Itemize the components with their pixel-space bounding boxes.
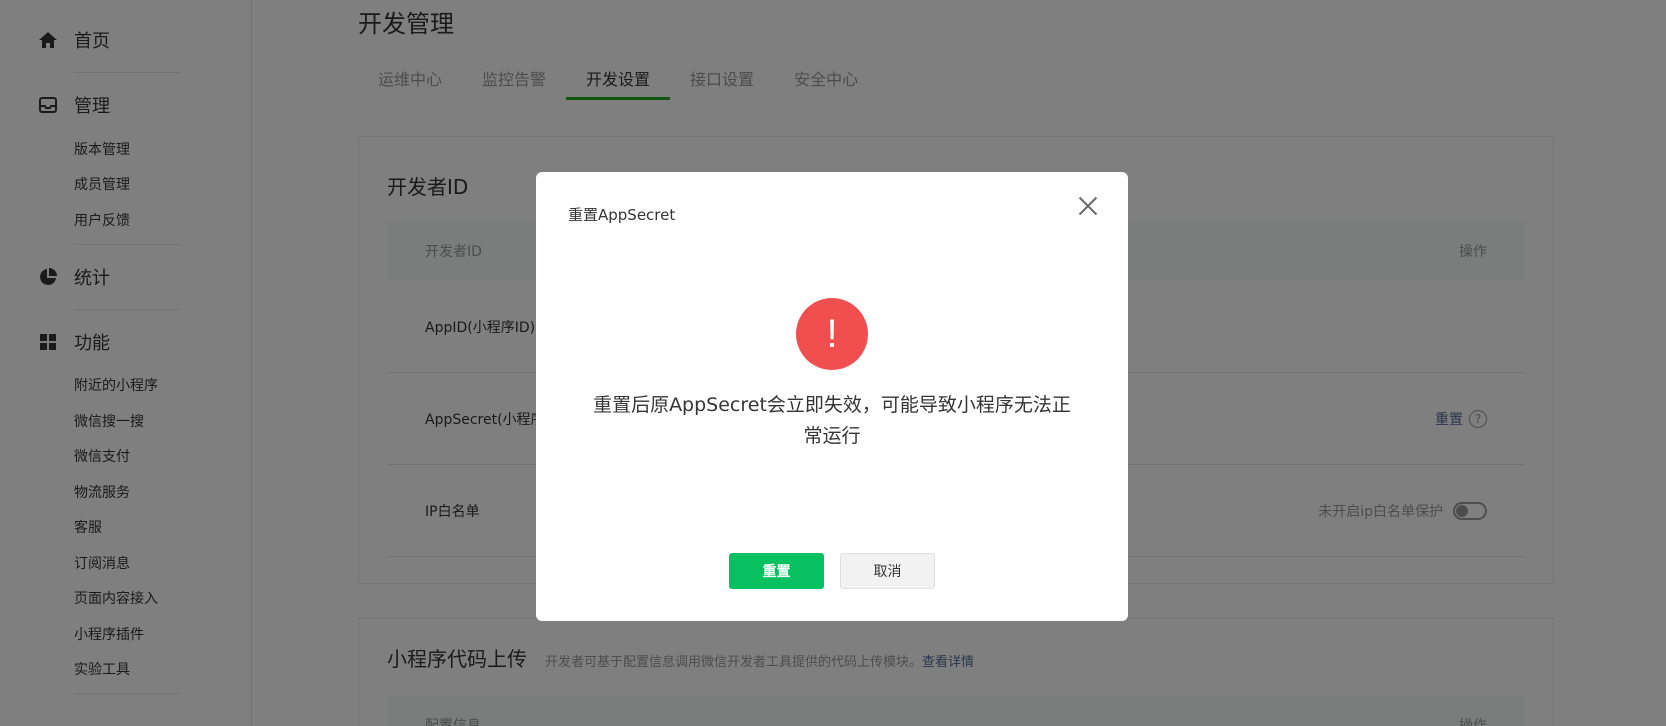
dialog-title: 重置AppSecret [568, 206, 676, 224]
confirm-reset-button[interactable]: 重置 [729, 553, 824, 589]
reset-secret-dialog: 重置AppSecret ! 重置后原AppSecret会立即失效，可能导致小程序… [536, 172, 1128, 621]
cancel-button[interactable]: 取消 [840, 553, 935, 589]
close-icon[interactable] [1076, 194, 1100, 218]
dialog-actions: 重置 取消 [536, 553, 1128, 589]
warning-icon: ! [796, 298, 868, 370]
dialog-message: 重置后原AppSecret会立即失效，可能导致小程序无法正常运行 [593, 394, 1071, 447]
